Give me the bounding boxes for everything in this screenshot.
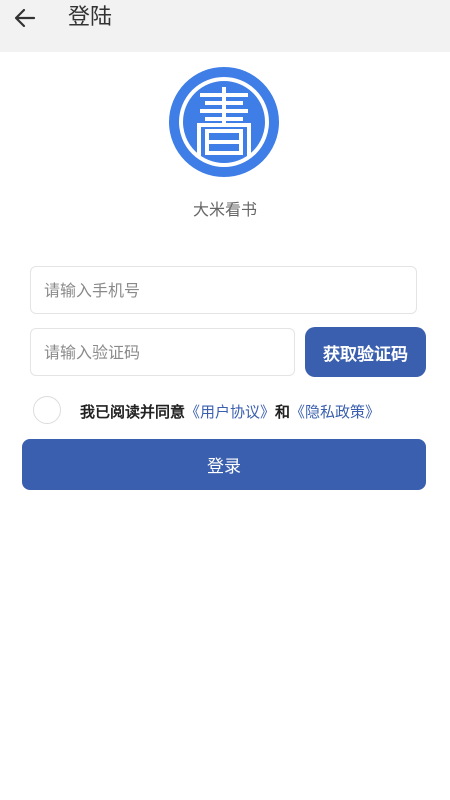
arrow-left-icon (14, 8, 36, 28)
phone-input[interactable] (30, 266, 417, 314)
get-code-button[interactable]: 获取验证码 (305, 327, 426, 377)
agreement-text: 我已阅读并同意《用户协议》和《隐私政策》 (80, 401, 380, 423)
back-button[interactable] (8, 2, 42, 34)
login-screen: 登陆 大米看书 获取验证码 我已阅读并同意《用户协议》和《隐私政策》 (0, 0, 450, 800)
top-bar: 登陆 (0, 0, 450, 52)
login-button[interactable]: 登录 (22, 439, 426, 490)
app-name: 大米看书 (192, 200, 257, 219)
verification-code-input[interactable] (30, 328, 295, 376)
agreement-prefix: 我已阅读并同意 (80, 403, 186, 421)
app-logo (169, 67, 279, 177)
agreement-and: 和 (275, 403, 291, 421)
page-title: 登陆 (68, 5, 113, 30)
agreement-checkbox[interactable] (33, 396, 61, 424)
user-agreement-link[interactable]: 《用户协议》 (185, 403, 275, 421)
book-seal-icon (169, 67, 279, 177)
privacy-policy-link[interactable]: 《隐私政策》 (290, 403, 380, 421)
